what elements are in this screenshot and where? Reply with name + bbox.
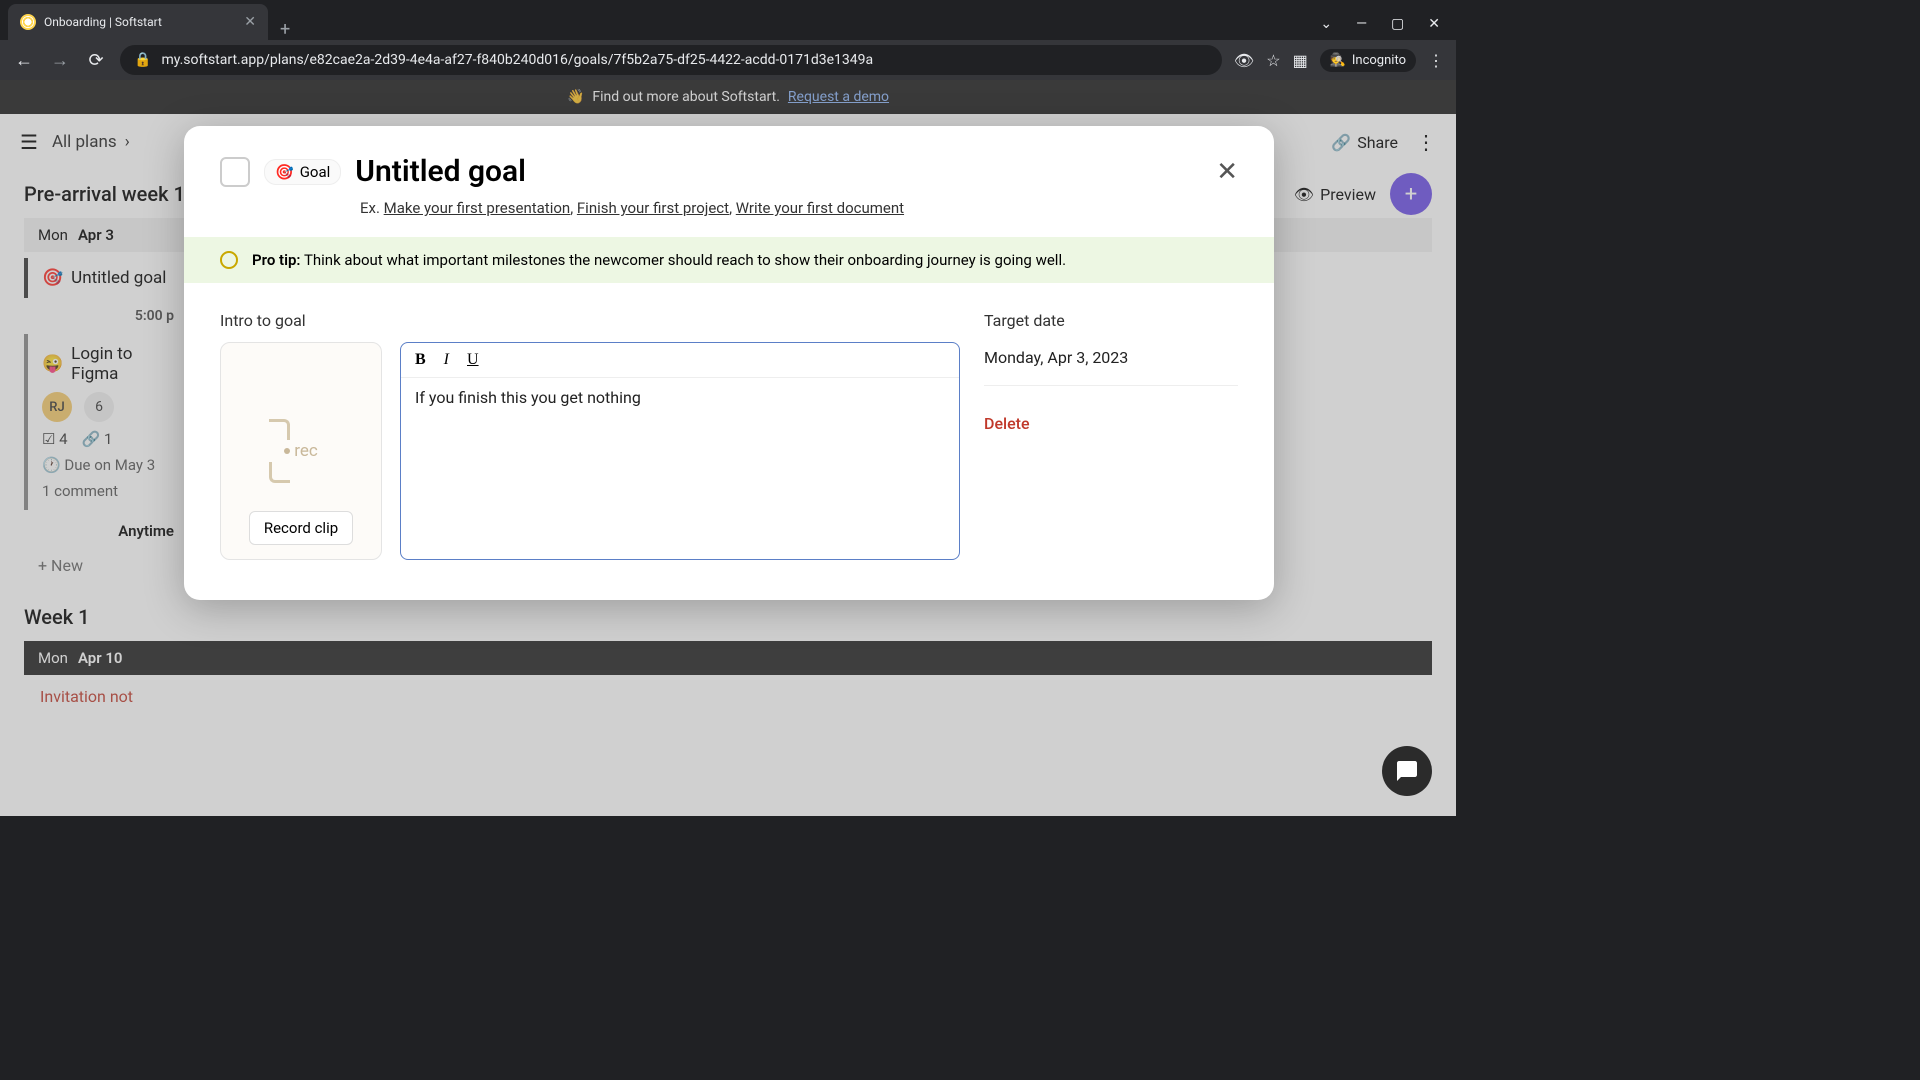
page: 👋 Find out more about Softstart. Request…: [0, 80, 1456, 816]
window-controls: ⌄ — ▢ ✕: [1320, 16, 1456, 40]
address-bar[interactable]: 🔒 my.softstart.app/plans/e82cae2a-2d39-4…: [120, 45, 1222, 75]
goal-badge-label: Goal: [300, 163, 331, 181]
browser-menu-icon[interactable]: ⋮: [1428, 51, 1444, 70]
close-window-icon[interactable]: ✕: [1428, 16, 1440, 32]
back-icon[interactable]: ←: [12, 50, 36, 71]
protip-text: Think about what important milestones th…: [304, 251, 1066, 269]
editor-textarea[interactable]: If you finish this you get nothing: [401, 378, 959, 559]
reload-icon[interactable]: ⟳: [84, 50, 108, 71]
example-link-3[interactable]: Write your first document: [736, 199, 904, 217]
intro-editor[interactable]: B I U If you finish this you get nothing: [400, 342, 960, 560]
incognito-icon: 🕵️: [1330, 53, 1346, 68]
tab-title: Onboarding | Softstart: [44, 15, 236, 29]
intro-label: Intro to goal: [220, 311, 960, 330]
goal-checkbox[interactable]: [220, 157, 250, 187]
chat-icon: [1395, 759, 1419, 783]
star-icon[interactable]: ☆: [1266, 51, 1280, 70]
close-tab-icon[interactable]: ✕: [244, 14, 256, 30]
browser-toolbar: ← → ⟳ 🔒 my.softstart.app/plans/e82cae2a-…: [0, 40, 1456, 80]
protip-banner: Pro tip: Think about what important mile…: [184, 237, 1274, 283]
target-date-label: Target date: [984, 311, 1238, 330]
goal-title-input[interactable]: [355, 154, 1202, 189]
example-link-1[interactable]: Make your first presentation: [384, 199, 571, 217]
target-date-value[interactable]: Monday, Apr 3, 2023: [984, 342, 1238, 386]
goal-badge: 🎯 Goal: [264, 159, 341, 185]
url-text: my.softstart.app/plans/e82cae2a-2d39-4e4…: [161, 52, 873, 68]
italic-button[interactable]: I: [444, 351, 449, 369]
bold-button[interactable]: B: [415, 351, 426, 369]
lock-icon: 🔒: [134, 52, 151, 68]
extensions-icon[interactable]: ▦: [1293, 51, 1308, 70]
editor-toolbar: B I U: [401, 343, 959, 378]
minimize-icon[interactable]: —: [1356, 16, 1367, 32]
incognito-badge[interactable]: 🕵️ Incognito: [1320, 49, 1416, 72]
target-icon: 🎯: [275, 163, 294, 181]
delete-button[interactable]: Delete: [984, 414, 1238, 433]
browser-titlebar: Onboarding | Softstart ✕ + ⌄ — ▢ ✕: [0, 0, 1456, 40]
example-link-2[interactable]: Finish your first project: [577, 199, 729, 217]
record-clip-box[interactable]: rec Record clip: [220, 342, 382, 560]
favicon-icon: [20, 14, 36, 30]
underline-button[interactable]: U: [467, 351, 479, 369]
maximize-icon[interactable]: ▢: [1391, 16, 1404, 32]
forward-icon[interactable]: →: [48, 50, 72, 71]
goal-modal: 🎯 Goal ✕ Ex. Make your first presentatio…: [184, 126, 1274, 600]
browser-tab[interactable]: Onboarding | Softstart ✕: [8, 4, 268, 40]
chat-fab[interactable]: [1382, 746, 1432, 796]
examples-row: Ex. Make your first presentation, Finish…: [360, 199, 1238, 217]
record-frame-icon: rec: [269, 419, 333, 483]
new-tab-button[interactable]: +: [268, 19, 302, 40]
protip-icon: [220, 251, 238, 269]
record-clip-button[interactable]: Record clip: [249, 511, 353, 545]
example-label: Ex.: [360, 199, 380, 217]
incognito-label: Incognito: [1352, 53, 1406, 68]
eye-off-icon[interactable]: 👁: [1234, 51, 1254, 70]
protip-label: Pro tip:: [252, 251, 301, 269]
close-icon[interactable]: ✕: [1216, 157, 1238, 187]
chevron-down-icon[interactable]: ⌄: [1320, 16, 1332, 32]
